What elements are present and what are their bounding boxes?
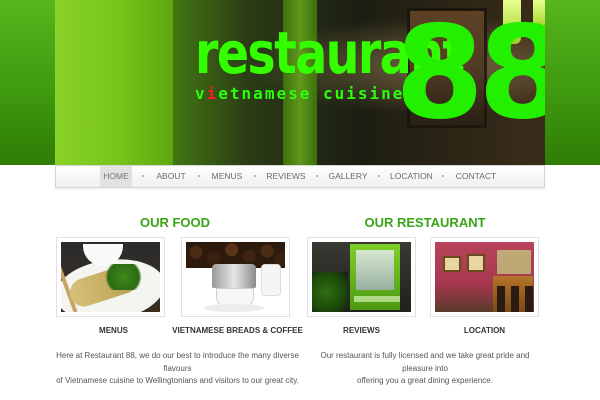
restaurant-description-line: offering you a great dining experience. [357,376,493,385]
nav-reviews[interactable]: REVIEWS [266,166,306,187]
nav-location[interactable]: LOCATION [390,166,433,187]
caption-breads-coffee[interactable]: VIETNAMESE BREADS & COFFEE [170,325,305,337]
coffee-filter-image [186,242,285,312]
nav-separator [198,175,200,177]
food-description: Here at Restaurant 88, we do our best to… [55,350,300,385]
main-navigation: HOME ABOUT MENUS REVIEWS GALLERY LOCATIO… [55,165,545,188]
reviews-card[interactable] [307,237,416,317]
nav-menus[interactable]: MENUS [210,166,244,187]
food-description-line: of Vietnamese cuisine to Wellingtonians … [56,376,299,385]
restaurant-description: Our restaurant is fully licensed and we … [305,350,545,385]
section-title-our-food: OUR FOOD [139,215,211,230]
tagline-red-letter: i [206,84,219,103]
nav-separator [142,175,144,177]
tagline-first-letter: v [195,84,207,103]
caption-menus[interactable]: MENUS [56,325,171,337]
food-plate-image [61,242,160,312]
logo-number: 88 [395,0,545,148]
nav-gallery[interactable]: GALLERY [328,166,368,187]
section-title-our-restaurant: OUR RESTAURANT [364,215,486,230]
caption-location[interactable]: LOCATION [430,325,539,337]
green-wall [55,0,173,165]
nav-home[interactable]: HOME [100,166,132,187]
interior-image [435,242,534,312]
storefront-image [312,242,411,312]
caption-reviews[interactable]: REVIEWS [307,325,416,337]
restaurant-description-line: Our restaurant is fully licensed and we … [320,351,530,373]
logo-tagline: vietnamese cuisine [195,84,404,103]
breads-coffee-card[interactable] [181,237,290,317]
nav-separator [316,175,318,177]
tagline-rest: etnamese cuisine [218,84,405,103]
nav-separator [378,175,380,177]
nav-about[interactable]: ABOUT [154,166,188,187]
location-card[interactable] [430,237,539,317]
nav-contact[interactable]: CONTACT [454,166,498,187]
nav-separator [254,175,256,177]
menus-card[interactable] [56,237,165,317]
food-description-line: Here at Restaurant 88, we do our best to… [56,351,299,373]
nav-separator [442,175,444,177]
hero-banner: restaurant vietnamese cuisine 88 [55,0,545,165]
